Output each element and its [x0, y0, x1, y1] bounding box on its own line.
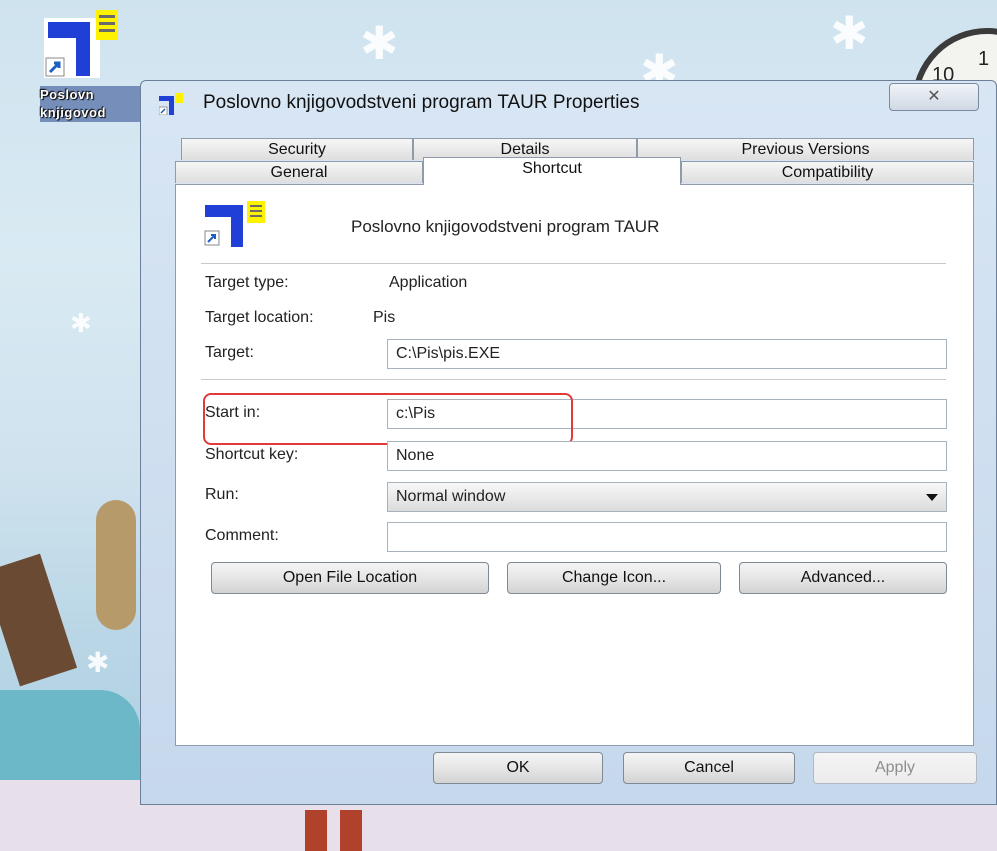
scarf-decoration: [0, 553, 78, 687]
apply-button[interactable]: Apply: [813, 752, 977, 784]
tab-label: Compatibility: [781, 164, 874, 181]
chevron-down-icon: [926, 494, 938, 501]
target-type-label: Target type:: [205, 274, 289, 291]
snowflake-decoration: ✱: [70, 308, 92, 338]
tab-label: Security: [268, 141, 326, 158]
change-icon-button[interactable]: Change Icon...: [507, 562, 721, 594]
tab-general[interactable]: General: [175, 161, 423, 183]
target-location-value: Pis: [373, 309, 396, 326]
ok-button[interactable]: OK: [433, 752, 603, 784]
character-decoration: [305, 810, 327, 851]
tab-label: Shortcut: [522, 160, 582, 177]
comment-field[interactable]: [387, 522, 947, 552]
window-title: Poslovno knjigovodstveni program TAUR Pr…: [203, 92, 640, 113]
snowflake-decoration: ✱: [830, 7, 869, 59]
snowflake-decoration: ✱: [86, 647, 110, 678]
run-select-value: Normal window: [396, 488, 506, 505]
tab-security[interactable]: Security: [181, 138, 413, 160]
character-decoration: [0, 690, 140, 780]
shortcut-name: Poslovno knjigovodstveni program TAUR: [351, 217, 660, 236]
separator: [201, 263, 946, 264]
character-decoration: [96, 500, 136, 630]
target-type-value: Application: [389, 274, 468, 291]
separator: [201, 379, 946, 380]
run-select[interactable]: Normal window: [387, 482, 947, 512]
taur-app-icon: [44, 10, 118, 78]
properties-dialog: Poslovno knjigovodstveni program TAUR Pr…: [140, 80, 997, 805]
open-file-location-button[interactable]: Open File Location: [211, 562, 489, 594]
tab-label: Details: [500, 141, 550, 158]
title-bar[interactable]: Poslovno knjigovodstveni program TAUR Pr…: [141, 81, 996, 125]
cancel-button[interactable]: Cancel: [623, 752, 795, 784]
target-field[interactable]: C:\Pis\pis.EXE: [387, 339, 947, 369]
tab-compatibility[interactable]: Compatibility: [681, 161, 974, 183]
advanced-button[interactable]: Advanced...: [739, 562, 947, 594]
start-in-highlight: [203, 393, 573, 445]
tab-previous-versions[interactable]: Previous Versions: [637, 138, 974, 160]
clock-number: 1: [978, 48, 990, 70]
shortcut-key-field[interactable]: None: [387, 441, 947, 471]
tab-shortcut[interactable]: Shortcut: [423, 157, 681, 185]
comment-label: Comment:: [205, 527, 279, 544]
taur-app-icon: [204, 201, 265, 247]
close-button[interactable]: ✕: [889, 83, 979, 111]
tab-label: General: [270, 164, 328, 181]
target-location-label: Target location:: [205, 309, 314, 326]
snowflake-decoration: ✱: [360, 17, 399, 69]
run-label: Run:: [205, 486, 239, 503]
target-label: Target:: [205, 344, 254, 361]
shortcut-key-label: Shortcut key:: [205, 446, 299, 463]
character-decoration: [340, 810, 362, 851]
tab-label: Previous Versions: [741, 141, 870, 158]
close-icon: ✕: [927, 88, 941, 105]
taur-app-icon: [159, 93, 183, 115]
